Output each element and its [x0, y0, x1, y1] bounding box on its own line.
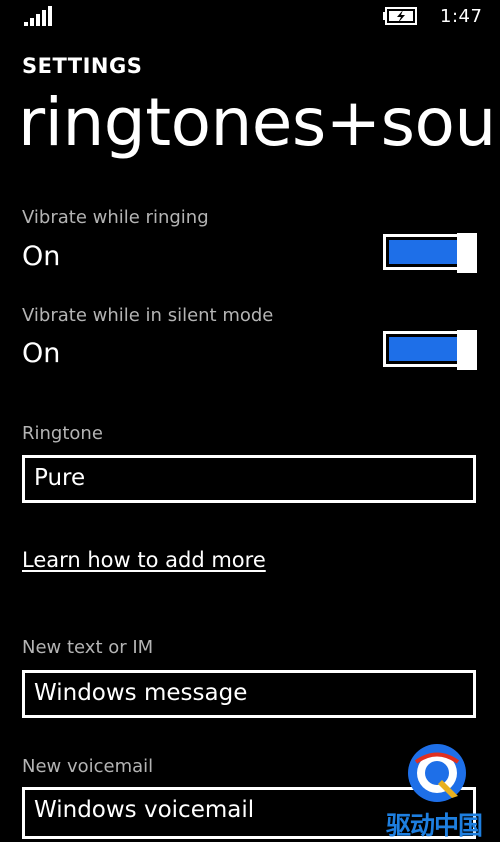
watermark-q-icon [408, 744, 466, 802]
vibrate-ringing-toggle[interactable] [383, 233, 477, 273]
status-bar: 1:47 [0, 0, 500, 36]
watermark-logo: 驱动中国 [386, 742, 500, 840]
ringtone-label: Ringtone [22, 423, 103, 444]
toggle-fill [389, 337, 457, 361]
learn-more-link[interactable]: Learn how to add more [22, 548, 266, 572]
battery-charging-icon [383, 7, 417, 25]
vibrate-silent-toggle[interactable] [383, 330, 477, 370]
vibrate-silent-label: Vibrate while in silent mode [22, 305, 274, 326]
status-clock: 1:47 [440, 6, 483, 27]
watermark-text: 驱动中国 [386, 811, 483, 840]
app-title: SETTINGS [22, 54, 143, 78]
toggle-fill [389, 240, 457, 264]
new-voicemail-label: New voicemail [22, 756, 154, 777]
signal-bars-icon [24, 6, 52, 26]
vibrate-silent-value: On [22, 338, 61, 369]
new-text-value: Windows message [34, 680, 248, 706]
new-text-picker[interactable]: Windows message [22, 670, 476, 718]
ringtone-value: Pure [34, 465, 86, 491]
page-title: ringtones+sounds [18, 87, 500, 160]
ringtone-picker[interactable]: Pure [22, 455, 476, 503]
new-voicemail-value: Windows voicemail [34, 797, 255, 823]
toggle-thumb[interactable] [457, 330, 477, 370]
vibrate-ringing-value: On [22, 241, 61, 272]
vibrate-ringing-label: Vibrate while ringing [22, 207, 209, 228]
toggle-thumb[interactable] [457, 233, 477, 273]
new-text-label: New text or IM [22, 637, 154, 658]
